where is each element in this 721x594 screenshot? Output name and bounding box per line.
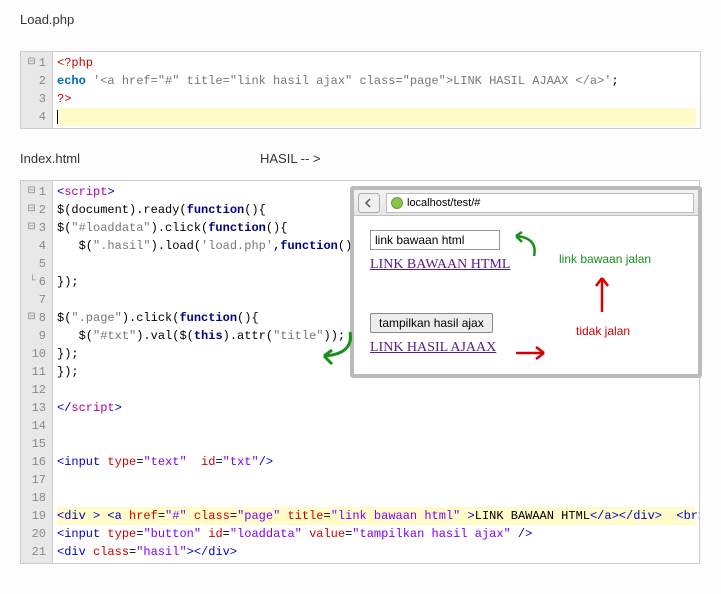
label-load-php: Load.php — [20, 12, 701, 27]
arrow-curve-green-left-icon — [310, 326, 356, 366]
address-bar[interactable]: localhost/test/# — [386, 193, 694, 213]
fold-icon: ⊟ — [27, 201, 35, 219]
code-lines: <?php echo '<a href="#" title="link hasi… — [53, 52, 700, 128]
browser-body: LINK BAWAAN HTML tampilkan hasil ajax LI… — [354, 216, 698, 374]
arrow-curve-green-icon — [504, 228, 544, 262]
fold-icon: ⊟ — [27, 183, 35, 201]
arrow-up-red-icon — [592, 272, 612, 316]
arrow-left-icon — [364, 198, 374, 208]
tampilkan-button[interactable]: tampilkan hasil ajax — [370, 313, 493, 333]
annotation-link-jalan: link bawaan jalan — [559, 252, 651, 266]
fold-line-icon: └ — [30, 273, 36, 291]
browser-toolbar: localhost/test/# — [354, 190, 698, 216]
fold-icon: ⊟ — [27, 54, 35, 72]
gutter: ⊟1 ⊟2 ⊟3 4 5 └6 7 ⊟8 9 10 11 12 13 14 15… — [21, 181, 53, 563]
annotation-tidak-jalan: tidak jalan — [576, 324, 630, 338]
gutter: ⊟1 2 3 4 — [21, 52, 53, 128]
text-input-txt[interactable] — [370, 230, 500, 250]
code-block-load-php: ⊟1 2 3 4 <?php echo '<a href="#" title="… — [20, 51, 701, 129]
fold-icon: ⊟ — [27, 309, 35, 327]
back-button[interactable] — [358, 193, 380, 213]
globe-icon — [391, 197, 403, 209]
label-hasil: HASIL -- > — [260, 151, 321, 166]
label-index-html: Index.html — [20, 151, 80, 166]
browser-result-panel: localhost/test/# LINK BAWAAN HTML tampil… — [350, 186, 702, 378]
arrow-right-red-icon — [514, 344, 554, 362]
url-text: localhost/test/# — [407, 197, 480, 209]
link-bawaan-html[interactable]: LINK BAWAAN HTML — [370, 257, 510, 272]
link-hasil-ajax[interactable]: LINK HASIL AJAAX — [370, 340, 496, 355]
fold-icon: ⊟ — [27, 219, 35, 237]
